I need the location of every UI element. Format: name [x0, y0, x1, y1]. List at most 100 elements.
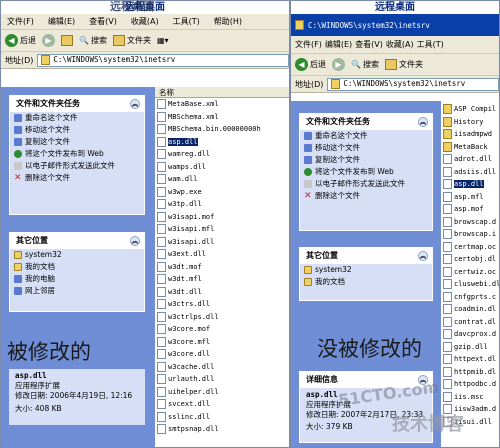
file-row[interactable]: w3isapi.dll [155, 236, 289, 249]
task-publish[interactable]: 将这个文件发布到 Web [10, 148, 144, 160]
task-move[interactable]: 移动这个文件 [300, 142, 432, 154]
menu-tools[interactable]: 工具(T) [173, 16, 200, 27]
file-row[interactable]: w3core.mfl [155, 336, 289, 349]
menu-edit[interactable]: 编辑(E) [325, 39, 352, 50]
folders-button[interactable]: 文件夹 [384, 59, 423, 70]
menu-tools[interactable]: 工具(T) [417, 39, 444, 50]
menu-view[interactable]: 查看(V) [89, 16, 117, 27]
menu-favorites[interactable]: 收藏(A) [131, 16, 159, 27]
up-button[interactable] [61, 35, 73, 46]
file-row[interactable]: asp.dll [155, 136, 289, 149]
search-button[interactable]: 🔍 搜索 [351, 59, 379, 70]
file-row[interactable]: w3ctrlps.dll [155, 311, 289, 324]
task-copy[interactable]: 复制这个文件 [300, 154, 432, 166]
file-row[interactable]: adrot.dll [441, 153, 499, 166]
file-row[interactable]: wamps.dll [155, 161, 289, 174]
search-button[interactable]: 🔍 搜索 [79, 35, 107, 46]
menu-file[interactable]: 文件(F) [7, 16, 34, 27]
menu-view[interactable]: 查看(V) [355, 39, 383, 50]
file-row[interactable]: uihelper.dll [155, 386, 289, 399]
file-row[interactable]: w3ext.dll [155, 248, 289, 261]
file-row[interactable]: w3dt.dll [155, 286, 289, 299]
folders-button[interactable]: 文件夹 [112, 35, 151, 46]
file-row[interactable]: sslinc.dll [155, 411, 289, 424]
task-delete[interactable]: ✕ 删除这个文件 [10, 172, 144, 184]
place-system32[interactable]: system32 [300, 264, 432, 276]
menu-file[interactable]: 文件(F) [295, 39, 322, 50]
file-row[interactable]: w3wp.exe [155, 186, 289, 199]
collapse-icon[interactable]: ︽ [130, 99, 140, 109]
file-row[interactable]: w3cache.dll [155, 361, 289, 374]
menu-help[interactable]: 帮助(H) [214, 16, 242, 27]
task-publish[interactable]: 将这个文件发布到 Web [300, 166, 432, 178]
file-row[interactable]: svcext.dll [155, 398, 289, 411]
file-row[interactable]: browscap.i [441, 228, 499, 241]
file-row[interactable]: MBSchema.bin.00000000h [155, 123, 289, 136]
file-row[interactable]: certwiz.oc [441, 266, 499, 279]
file-row[interactable]: w3isapi.mof [155, 211, 289, 224]
file-row[interactable]: davcprox.d [441, 328, 499, 341]
file-row[interactable]: cluswebi.dl [441, 278, 499, 291]
file-row[interactable]: ASP Compil [441, 103, 499, 116]
file-row[interactable]: asp.mof [441, 203, 499, 216]
panel-header[interactable]: 文件和文件夹任务 ︽ [300, 114, 432, 130]
panel-header[interactable]: 文件和文件夹任务 ︽ [10, 96, 144, 112]
task-email[interactable]: 以电子邮件形式发送此文件 [300, 178, 432, 190]
file-row[interactable]: w3dt.mfl [155, 273, 289, 286]
back-button[interactable]: ◀ 后退 [5, 34, 36, 47]
file-row[interactable]: w3ctrs.dll [155, 298, 289, 311]
task-rename[interactable]: 重命名这个文件 [10, 112, 144, 124]
file-row[interactable]: wamreg.dll [155, 148, 289, 161]
file-row[interactable]: w3dt.mof [155, 261, 289, 274]
file-row[interactable]: cnfgprts.c [441, 291, 499, 304]
forward-button[interactable]: ▶ [42, 34, 55, 47]
file-row[interactable]: httpext.dl [441, 353, 499, 366]
file-row[interactable]: w3core.mof [155, 323, 289, 336]
file-row[interactable]: MetaBase.xml [155, 98, 289, 111]
file-row[interactable]: w3core.dll [155, 348, 289, 361]
file-row[interactable]: browscap.d [441, 216, 499, 229]
menu-edit[interactable]: 编辑(E) [48, 16, 75, 27]
file-row[interactable]: httpmib.dl [441, 366, 499, 379]
back-button[interactable]: ◀ 后退 [295, 58, 326, 71]
address-input[interactable]: C:\WINDOWS\system32\inetsrv [37, 53, 289, 67]
task-copy[interactable]: 复制这个文件 [10, 136, 144, 148]
panel-header[interactable]: 其它位置 ︽ [10, 233, 144, 249]
file-row[interactable]: w3isapi.mfl [155, 223, 289, 236]
column-header-name[interactable]: 名称 [155, 87, 289, 98]
file-row[interactable]: certmap.oc [441, 241, 499, 254]
file-row[interactable]: wam.dll [155, 173, 289, 186]
file-row[interactable]: asp.mfl [441, 191, 499, 204]
place-my-documents[interactable]: 我的文档 [300, 276, 432, 288]
task-delete[interactable]: ✕ 删除这个文件 [300, 190, 432, 202]
place-system32[interactable]: system32 [10, 249, 144, 261]
task-email[interactable]: 以电子邮件形式发送此文件 [10, 160, 144, 172]
panel-header[interactable]: 其它位置 ︽ [300, 248, 432, 264]
file-row[interactable]: w3tp.dll [155, 198, 289, 211]
file-row[interactable]: MBSchema.xml [155, 111, 289, 124]
file-row[interactable]: iisadmpwd [441, 128, 499, 141]
views-button[interactable]: ▦▾ [157, 36, 169, 45]
task-move[interactable]: 移动这个文件 [10, 124, 144, 136]
file-row[interactable]: History [441, 116, 499, 129]
file-row[interactable]: adsiis.dll [441, 166, 499, 179]
file-row[interactable]: certobj.dl [441, 253, 499, 266]
file-row[interactable]: MetaBack [441, 141, 499, 154]
collapse-icon[interactable]: ︽ [418, 117, 428, 127]
task-rename[interactable]: 重命名这个文件 [300, 130, 432, 142]
collapse-icon[interactable]: ︽ [418, 251, 428, 261]
file-row[interactable]: urlauth.dll [155, 373, 289, 386]
file-row[interactable]: gzip.dll [441, 341, 499, 354]
file-row[interactable]: asp.dll [441, 178, 499, 191]
place-my-computer[interactable]: 我的电脑 [10, 273, 144, 285]
forward-button[interactable]: ▶ [332, 58, 345, 71]
address-input[interactable]: C:\WINDOWS\system32\inetsrv [327, 77, 499, 91]
collapse-icon[interactable]: ︽ [130, 236, 140, 246]
menu-favorites[interactable]: 收藏(A) [386, 39, 414, 50]
file-row[interactable]: iis.msc [441, 391, 499, 404]
file-row[interactable]: coadmin.dl [441, 303, 499, 316]
place-network[interactable]: 网上邻居 [10, 285, 144, 297]
file-row[interactable]: contrat.dl [441, 316, 499, 329]
file-row[interactable]: smtpsnap.dll [155, 423, 289, 436]
file-row[interactable]: httpodbc.d [441, 378, 499, 391]
